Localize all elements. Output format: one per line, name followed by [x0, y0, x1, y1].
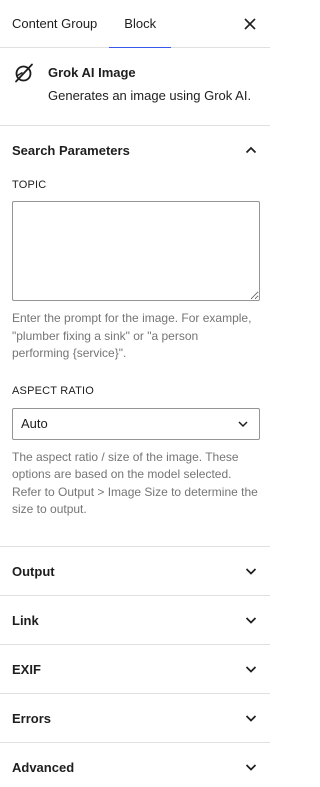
chevron-down-icon	[244, 662, 258, 676]
block-settings-sidebar: Content Group Block Grok AI Image Genera…	[0, 0, 270, 787]
link-toggle[interactable]: Link	[0, 596, 270, 644]
panel-title: Link	[12, 612, 39, 628]
errors-toggle[interactable]: Errors	[0, 694, 270, 742]
tab-block[interactable]: Block	[109, 0, 171, 48]
chevron-down-icon	[244, 613, 258, 627]
exif-panel: EXIF	[0, 645, 270, 695]
search-parameters-toggle[interactable]: Search Parameters	[0, 126, 270, 174]
block-card-content: Grok AI Image Generates an image using G…	[48, 64, 251, 105]
output-panel: Output	[0, 547, 270, 597]
chevron-down-icon	[244, 760, 258, 774]
aspect-ratio-value: Auto	[21, 416, 48, 432]
panel-title: Advanced	[12, 759, 75, 775]
block-card: Grok AI Image Generates an image using G…	[0, 48, 270, 126]
errors-panel: Errors	[0, 694, 270, 744]
topic-help: Enter the prompt for the image. For exam…	[12, 311, 252, 361]
aspect-ratio-help: The aspect ratio / size of the image. Th…	[12, 449, 258, 516]
chevron-up-icon	[244, 143, 258, 157]
tab-content-group[interactable]: Content Group	[0, 0, 109, 47]
search-parameters-body: TOPIC Enter the prompt for the image. Fo…	[0, 178, 270, 546]
aspect-ratio-select[interactable]: Auto	[12, 407, 260, 440]
link-panel: Link	[0, 596, 270, 646]
chevron-down-icon	[237, 418, 249, 430]
topic-textarea[interactable]	[12, 201, 260, 302]
chevron-down-icon	[244, 711, 258, 725]
close-icon	[244, 18, 256, 30]
aspect-ratio-label: ASPECT RATIO	[12, 385, 95, 398]
search-parameters-panel: Search Parameters TOPIC Enter the prompt…	[0, 126, 270, 548]
advanced-toggle[interactable]: Advanced	[0, 743, 270, 787]
block-title: Grok AI Image	[48, 65, 136, 80]
advanced-panel: Advanced	[0, 743, 270, 787]
grok-logo-icon	[12, 61, 36, 85]
panel-title: Search Parameters	[12, 142, 130, 158]
panel-title: EXIF	[12, 661, 41, 677]
panel-title: Output	[12, 563, 55, 579]
close-button[interactable]	[236, 10, 264, 38]
block-description: Generates an image using Grok AI.	[48, 87, 252, 103]
panel-title: Errors	[12, 710, 52, 726]
exif-toggle[interactable]: EXIF	[0, 645, 270, 693]
sidebar-tabs: Content Group Block	[0, 0, 270, 48]
output-toggle[interactable]: Output	[0, 547, 270, 595]
chevron-down-icon	[244, 564, 258, 578]
topic-label: TOPIC	[12, 179, 47, 191]
